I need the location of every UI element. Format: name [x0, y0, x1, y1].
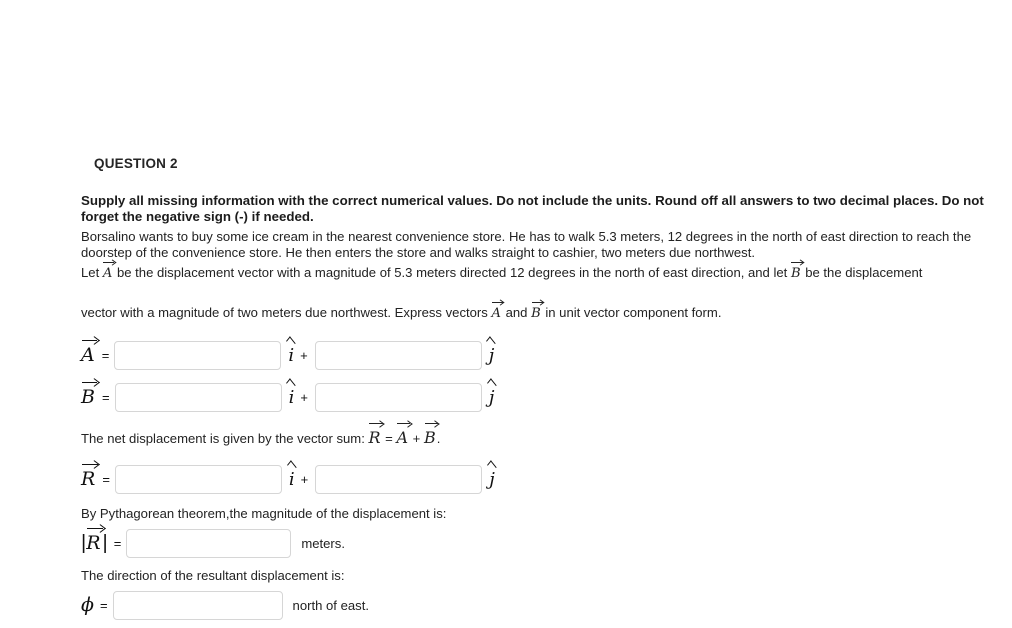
- equation-vector-b: B: [423, 423, 438, 447]
- definitions-text-part3: be the displacement: [805, 265, 923, 280]
- net-displacement-line: The net displacement is given by the vec…: [81, 423, 441, 447]
- direction-input[interactable]: [112, 590, 283, 620]
- vector-a-x-input[interactable]: [114, 340, 282, 370]
- direction-text: The direction of the resultant displacem…: [81, 568, 345, 583]
- direction-unit-label: north of east.: [292, 597, 369, 613]
- i-hat-icon-a: i: [288, 344, 295, 366]
- vector-r-x-input[interactable]: [114, 464, 282, 494]
- vector-b-plus: +: [300, 389, 308, 405]
- equation-vector-r: R: [368, 423, 383, 447]
- equation-equals: =: [385, 431, 393, 446]
- vector-b-equals: =: [101, 389, 110, 405]
- express-text-part1: vector with a magnitude of two meters du…: [81, 305, 488, 320]
- answer-row-vector-a: A = i + j: [81, 339, 495, 370]
- pythagorean-text: By Pythagorean theorem,the magnitude of …: [81, 506, 447, 521]
- vector-b-x-input[interactable]: [114, 382, 282, 412]
- j-hat-icon-a: j: [488, 344, 495, 366]
- answer-row-direction: ϕ = north of east.: [81, 590, 369, 620]
- vector-b-symbol-inline: B: [790, 262, 803, 281]
- equation-plus: +: [412, 431, 421, 446]
- answer-row-magnitude: | R | = meters.: [81, 527, 345, 558]
- question-instructions: Supply all missing information with the …: [81, 193, 984, 224]
- vector-b-symbol-inline-2: B: [531, 302, 543, 321]
- magnitude-input[interactable]: [126, 528, 292, 558]
- definitions-text-part1: Let: [81, 265, 100, 280]
- magnitude-unit-label: meters.: [301, 535, 345, 551]
- vector-b-label: B: [81, 381, 98, 408]
- magnitude-bar-right: |: [102, 532, 108, 554]
- j-hat-icon-r: j: [489, 468, 495, 490]
- direction-equals: =: [99, 597, 108, 613]
- question-paragraph-definitions: Let A be the displacement vector with a …: [81, 262, 987, 282]
- vector-r-label: R: [81, 463, 99, 490]
- vector-r-plus: +: [300, 471, 309, 487]
- question-paragraph-express: vector with a magnitude of two meters du…: [81, 302, 987, 322]
- i-hat-icon-b: i: [288, 386, 295, 408]
- magnitude-vector-r-label: R: [86, 527, 104, 554]
- answer-row-vector-b: B = i + j: [81, 381, 495, 412]
- equation-period: .: [436, 431, 441, 446]
- j-hat-icon-b: j: [488, 386, 495, 408]
- vector-r-equals: =: [102, 471, 110, 487]
- answer-row-vector-r: R = i + j: [81, 463, 495, 494]
- vector-b-y-input[interactable]: [314, 382, 482, 412]
- vector-a-y-input[interactable]: [314, 340, 482, 370]
- magnitude-equals: =: [113, 535, 122, 551]
- question-header: QUESTION 2: [94, 156, 178, 171]
- net-displacement-text: The net displacement is given by the vec…: [81, 431, 365, 446]
- phi-symbol: ϕ: [81, 593, 94, 616]
- express-text-part2: and: [505, 305, 528, 320]
- question-paragraph-scenario: Borsalino wants to buy some ice cream in…: [81, 229, 972, 260]
- vector-a-symbol-inline: A: [102, 262, 115, 281]
- vector-a-symbol-inline-2: A: [491, 302, 504, 321]
- express-text-part3: in unit vector component form.: [545, 305, 722, 320]
- i-hat-icon-r: i: [288, 468, 295, 490]
- vector-a-equals: =: [101, 347, 110, 363]
- definitions-text-part2: be the displacement vector with a magnit…: [116, 265, 788, 280]
- vector-a-label: A: [81, 339, 97, 366]
- equation-vector-a: A: [396, 423, 410, 447]
- vector-r-y-input[interactable]: [315, 464, 483, 494]
- vector-a-plus: +: [300, 347, 308, 363]
- question-page: QUESTION 2 Supply all missing informatio…: [0, 0, 1012, 628]
